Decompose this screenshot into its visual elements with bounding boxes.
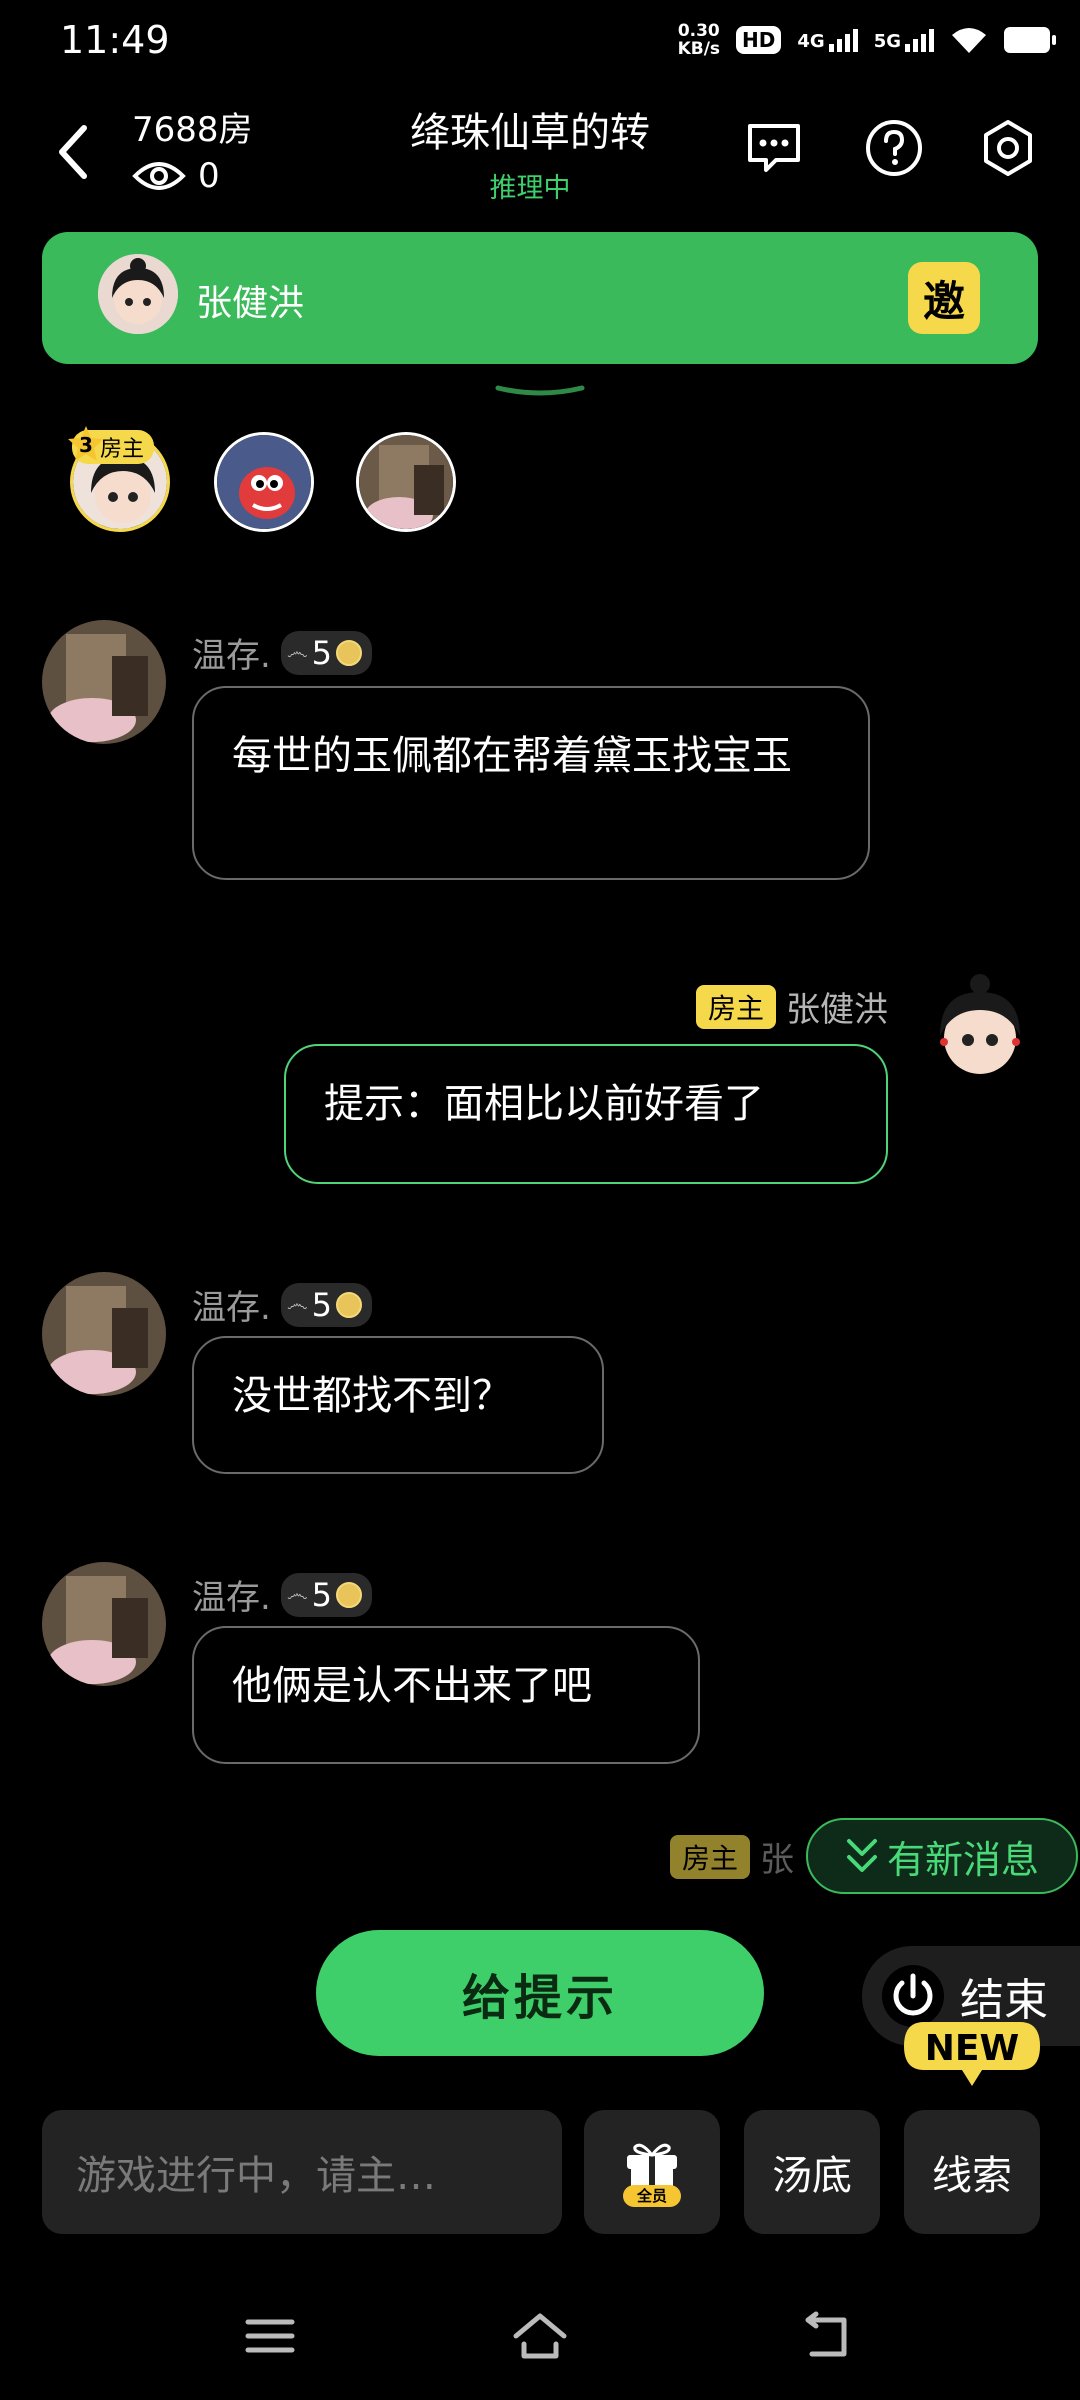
wifi-icon	[952, 28, 986, 53]
menu-icon[interactable]	[240, 2310, 300, 2362]
level-chip: ෴ 5	[280, 1282, 373, 1327]
message-bubble: 提示：面相比以前好看了	[284, 1044, 888, 1184]
sender-name: 张	[760, 1840, 795, 1880]
sender-avatar[interactable]	[42, 1562, 166, 1686]
level-chip: ෴ 5	[280, 1572, 373, 1617]
sender-name: 温存.	[192, 1578, 271, 1618]
page-title: 绛珠仙草的转	[410, 110, 650, 156]
invite-button[interactable]: 邀	[908, 262, 980, 334]
collapse-handle[interactable]	[494, 384, 586, 398]
gift-button[interactable]: 全员	[584, 2110, 720, 2234]
coin-icon	[336, 1581, 363, 1608]
player-avatar-3[interactable]	[356, 432, 456, 532]
battery-icon	[1004, 27, 1056, 53]
signal-5g-icon: 5G	[874, 28, 934, 52]
photo-avatar-icon	[42, 620, 166, 744]
give-hint-button[interactable]: 给提示	[316, 1930, 764, 2056]
level-chip: ෴ 5	[280, 630, 373, 675]
message-meta: 温存. ෴ 5	[192, 1280, 373, 1329]
settings-icon[interactable]	[978, 118, 1038, 178]
hd-icon: HD	[736, 26, 782, 54]
level-icon: ෴	[286, 1292, 308, 1317]
girl-avatar-icon	[918, 966, 1042, 1090]
new-badge: NEW	[902, 2020, 1042, 2092]
sender-avatar[interactable]	[42, 1272, 166, 1396]
game-status: 推理中	[489, 173, 571, 204]
coin-icon	[336, 639, 363, 666]
host-badge: 房主	[695, 984, 776, 1029]
gift-badge-label: 全员	[636, 2187, 667, 2205]
new-messages-button[interactable]: 有新消息	[806, 1818, 1078, 1894]
invite-player-name: 张健洪	[196, 283, 305, 324]
signal-4g-icon: 4G	[797, 28, 858, 52]
photo-avatar-icon	[42, 1272, 166, 1396]
message-bubble: 每世的玉佩都在帮着黛玉找宝玉	[192, 686, 870, 880]
player-avatar-2[interactable]	[214, 432, 314, 532]
status-icons: 0.30 KB/s HD 4G 5G	[677, 21, 1056, 59]
host-badge: 房主	[670, 1834, 751, 1879]
coin-icon	[336, 1291, 363, 1318]
level-icon: ෴	[286, 640, 308, 665]
star-level-icon: 3	[66, 424, 106, 464]
status-time: 11:49	[60, 18, 170, 62]
message-meta: 房主 张	[670, 1832, 794, 1881]
message-bubble: 没世都找不到？	[192, 1336, 604, 1474]
home-icon[interactable]	[510, 2310, 570, 2362]
chat-input[interactable]: 游戏进行中，请主…	[42, 2110, 562, 2234]
chat-icon[interactable]	[744, 118, 804, 178]
eye-icon	[132, 162, 186, 190]
sender-name: 温存.	[192, 1288, 271, 1328]
sender-avatar[interactable]	[918, 966, 1042, 1090]
viewer-count: 0	[132, 156, 220, 196]
clue-button[interactable]: 线索	[904, 2110, 1040, 2234]
message-meta: 温存. ෴ 5	[192, 628, 373, 677]
message-meta: 温存. ෴ 5	[192, 1570, 373, 1619]
sender-avatar[interactable]	[42, 620, 166, 744]
net-speed: 0.30 KB/s	[677, 21, 721, 59]
sender-name: 张健洪	[786, 990, 888, 1030]
back-nav-icon[interactable]	[796, 2310, 856, 2362]
double-chevron-down-icon	[846, 1839, 877, 1872]
host-badge: 3 房主	[68, 426, 155, 464]
photo-avatar-icon	[42, 1562, 166, 1686]
room-number: 7688房	[132, 110, 253, 150]
level-icon: ෴	[286, 1582, 308, 1607]
dragon-avatar-icon	[217, 435, 311, 529]
invite-bar: 张健洪 邀	[42, 232, 1038, 364]
gift-icon: 全员	[623, 2143, 681, 2207]
sender-name: 温存.	[192, 636, 271, 676]
back-icon[interactable]	[50, 120, 94, 184]
answer-button[interactable]: 汤底	[744, 2110, 880, 2234]
photo-avatar-icon	[359, 435, 453, 529]
avatar[interactable]	[98, 254, 178, 334]
message-bubble: 他俩是认不出来了吧	[192, 1626, 700, 1764]
help-icon[interactable]	[864, 118, 924, 178]
message-meta: 房主 张健洪	[695, 982, 888, 1031]
girl-avatar-icon	[98, 254, 178, 334]
